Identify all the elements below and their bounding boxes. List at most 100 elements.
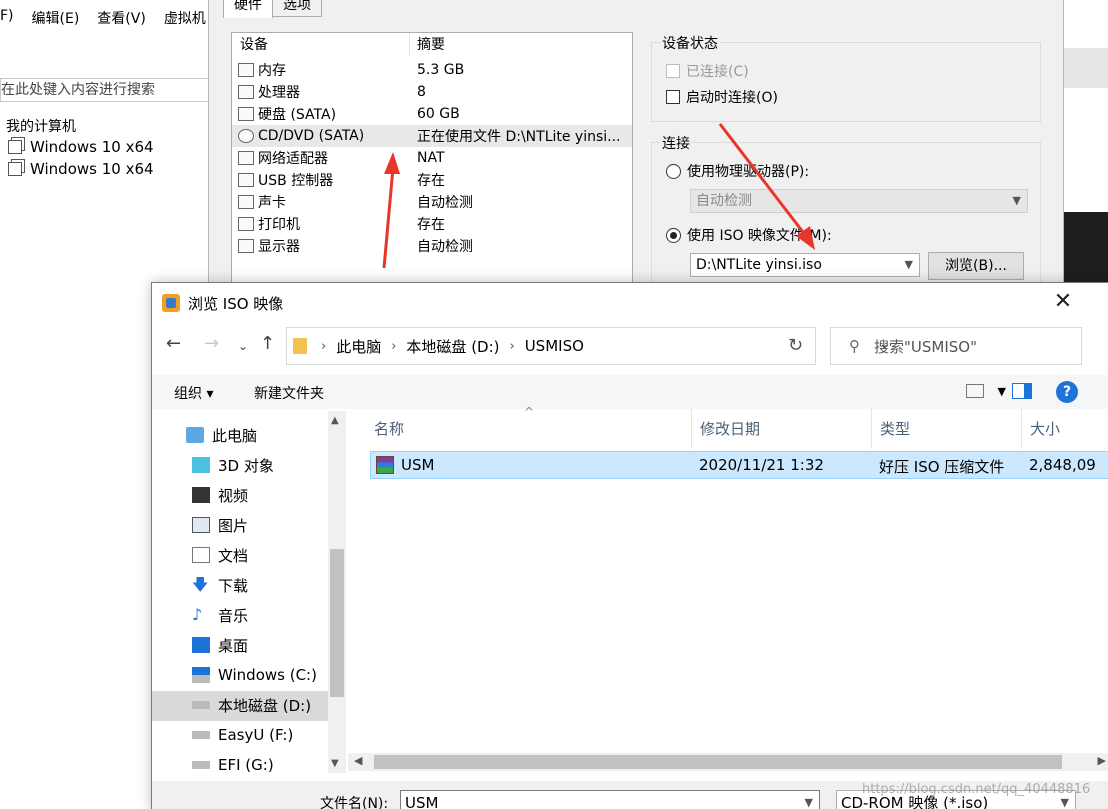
nav-item-downloads[interactable]: 🡇 下载 bbox=[192, 571, 248, 599]
scroll-up-icon[interactable]: ▲ bbox=[331, 415, 339, 426]
preview-pane-icon[interactable] bbox=[1012, 383, 1032, 399]
checkbox-label: 启动时连接(O) bbox=[686, 90, 778, 106]
breadcrumb-usmiso[interactable]: USMISO bbox=[525, 337, 584, 355]
column-summary[interactable]: 摘要 bbox=[410, 33, 445, 57]
browse-button[interactable]: 浏览(B)... bbox=[928, 252, 1024, 280]
printer-icon bbox=[238, 217, 254, 231]
documents-icon bbox=[192, 547, 210, 563]
nav-item-drive-d[interactable]: 本地磁盘 (D:) bbox=[192, 691, 311, 719]
view-options-icon[interactable] bbox=[966, 384, 984, 398]
sound-icon bbox=[238, 195, 254, 209]
scroll-left-icon[interactable]: ◀ bbox=[354, 754, 362, 767]
hardware-row-cd-dvd[interactable]: CD/DVD (SATA) 正在使用文件 D:\NTLite yinsi... bbox=[232, 125, 632, 147]
tree-root-my-computer[interactable]: 我的计算机 bbox=[6, 116, 76, 136]
nav-item-documents[interactable]: 文档 bbox=[192, 541, 248, 569]
dialog-title: 浏览 ISO 映像 bbox=[188, 294, 284, 313]
archive-file-icon bbox=[376, 456, 394, 474]
recent-locations-chevron-icon[interactable]: ⌄ bbox=[238, 339, 248, 353]
column-type[interactable]: 类型 bbox=[872, 409, 1022, 449]
column-name[interactable]: 名称 bbox=[366, 409, 692, 449]
tree-item-label: Windows 10 x64 bbox=[30, 138, 154, 156]
hardware-row-memory[interactable]: 内存 5.3 GB bbox=[232, 59, 632, 81]
device-label: USB 控制器 bbox=[258, 173, 334, 189]
scrollbar-thumb[interactable] bbox=[374, 755, 1062, 769]
iso-image-radio[interactable]: 使用 ISO 映像文件(M): bbox=[666, 225, 832, 245]
device-summary: 8 bbox=[417, 84, 426, 100]
hardware-row-printer[interactable]: 打印机 存在 bbox=[232, 213, 632, 235]
hardware-row-usb[interactable]: USB 控制器 存在 bbox=[232, 169, 632, 191]
vmware-app-icon bbox=[162, 294, 180, 312]
menu-view[interactable]: 查看(V) bbox=[97, 8, 146, 36]
library-search-input[interactable]: 在此处键入内容进行搜索 bbox=[0, 78, 212, 102]
hardware-row-cpu[interactable]: 处理器 8 bbox=[232, 81, 632, 103]
nav-item-drive-f[interactable]: EasyU (F:) bbox=[192, 721, 293, 749]
hardware-row-network[interactable]: 网络适配器 NAT bbox=[232, 147, 632, 169]
refresh-icon[interactable]: ↻ bbox=[776, 327, 816, 365]
breadcrumb-chevron-icon[interactable]: › bbox=[321, 339, 326, 354]
physical-drive-radio[interactable]: 使用物理驱动器(P): bbox=[666, 161, 809, 181]
nav-item-desktop[interactable]: 桌面 bbox=[192, 631, 248, 659]
nav-item-3d-objects[interactable]: 3D 对象 bbox=[192, 451, 274, 479]
address-bar[interactable]: › 此电脑 › 本地磁盘 (D:) › USMISO ⌄ bbox=[286, 327, 891, 365]
organize-button[interactable]: 组织 ▾ bbox=[174, 383, 213, 403]
scroll-down-icon[interactable]: ▼ bbox=[331, 758, 339, 769]
radio-selected[interactable] bbox=[666, 227, 681, 243]
tree-item-vm[interactable]: Windows 10 x64 bbox=[8, 138, 154, 156]
connection-title: 连接 bbox=[660, 133, 692, 153]
nav-item-drive-c[interactable]: Windows (C:) bbox=[192, 661, 317, 689]
file-list-horizontal-scrollbar[interactable]: ◀ ▶ bbox=[348, 753, 1108, 771]
menu-vm[interactable]: 虚拟机 bbox=[164, 8, 206, 36]
column-modified[interactable]: 修改日期 bbox=[692, 409, 872, 449]
nav-item-this-pc[interactable]: 此电脑 bbox=[186, 421, 257, 449]
menu-edit[interactable]: 编辑(E) bbox=[32, 8, 80, 36]
breadcrumb-chevron-icon[interactable]: › bbox=[391, 339, 396, 354]
drive-d-icon bbox=[192, 701, 210, 709]
chevron-down-icon[interactable]: ▼ bbox=[905, 254, 913, 276]
chevron-down-icon[interactable]: ▼ bbox=[805, 791, 813, 809]
back-arrow-icon[interactable]: ← bbox=[166, 333, 181, 354]
nav-item-videos[interactable]: 视频 bbox=[192, 481, 248, 509]
connect-at-power-on-checkbox[interactable]: 启动时连接(O) bbox=[666, 87, 778, 107]
memory-icon bbox=[238, 63, 254, 77]
hardware-list-header: 设备 摘要 bbox=[232, 33, 632, 57]
forward-arrow-icon[interactable]: → bbox=[204, 333, 219, 354]
command-bar: 组织 ▾ 新建文件夹 ▼ ? bbox=[152, 375, 1108, 409]
column-device[interactable]: 设备 bbox=[232, 33, 410, 57]
breadcrumb-chevron-icon[interactable]: › bbox=[510, 339, 515, 354]
file-name: USM bbox=[401, 456, 435, 474]
nav-item-music[interactable]: ♪ 音乐 bbox=[192, 601, 248, 629]
up-arrow-icon[interactable]: ↑ bbox=[260, 333, 275, 354]
network-icon bbox=[238, 151, 254, 165]
tab-hardware[interactable]: 硬件 bbox=[223, 0, 273, 18]
device-summary: 正在使用文件 D:\NTLite yinsi... bbox=[417, 129, 621, 145]
help-icon[interactable]: ? bbox=[1056, 381, 1078, 403]
nav-pane-scrollbar[interactable]: ▲ ▼ bbox=[328, 411, 346, 773]
close-icon[interactable]: ✕ bbox=[1048, 289, 1078, 317]
filename-input[interactable]: USM ▼ bbox=[400, 790, 820, 809]
scrollbar-thumb[interactable] bbox=[330, 549, 344, 697]
nav-item-drive-g[interactable]: EFI (G:) bbox=[192, 751, 274, 779]
column-size[interactable]: 大小 bbox=[1022, 409, 1108, 449]
file-row-usm[interactable]: USM 2020/11/21 1:32 好压 ISO 压缩文件 2,848,09… bbox=[370, 451, 1108, 479]
hardware-row-sound[interactable]: 声卡 自动检测 bbox=[232, 191, 632, 213]
download-icon: 🡇 bbox=[192, 575, 209, 594]
checkbox[interactable] bbox=[666, 90, 680, 104]
tree-item-vm[interactable]: Windows 10 x64 bbox=[8, 160, 154, 178]
scroll-right-icon[interactable]: ▶ bbox=[1098, 754, 1106, 767]
hardware-list: 设备 摘要 内存 5.3 GB 处理器 8 硬盘 (SATA) 60 GB CD… bbox=[231, 32, 633, 290]
tab-options[interactable]: 选项 bbox=[273, 0, 322, 17]
menu-file[interactable]: F) bbox=[0, 8, 14, 36]
search-input[interactable]: ⚲ 搜索"USMISO" bbox=[830, 327, 1082, 365]
device-label: 内存 bbox=[258, 63, 286, 79]
breadcrumb-this-pc[interactable]: 此电脑 bbox=[336, 336, 381, 357]
chevron-down-icon[interactable]: ▼ bbox=[998, 385, 1006, 398]
radio[interactable] bbox=[666, 163, 681, 179]
hardware-row-display[interactable]: 显示器 自动检测 bbox=[232, 235, 632, 257]
iso-path-input[interactable]: D:\NTLite yinsi.iso ▼ bbox=[690, 253, 920, 277]
hardware-row-disk[interactable]: 硬盘 (SATA) 60 GB bbox=[232, 103, 632, 125]
nav-item-pictures[interactable]: 图片 bbox=[192, 511, 248, 539]
device-summary: 5.3 GB bbox=[417, 62, 465, 78]
breadcrumb-drive-d[interactable]: 本地磁盘 (D:) bbox=[406, 336, 499, 357]
new-folder-button[interactable]: 新建文件夹 bbox=[254, 383, 324, 403]
cd-icon bbox=[238, 129, 254, 143]
